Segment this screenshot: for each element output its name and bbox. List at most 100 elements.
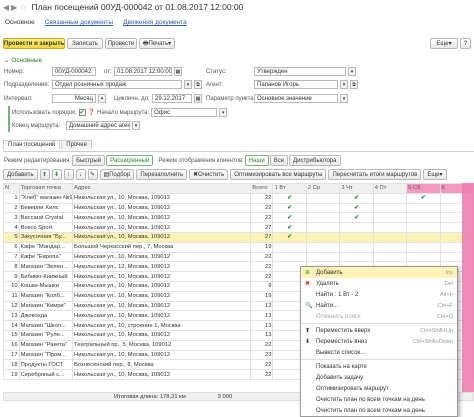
table-cell[interactable]: Магазин "Ракета" <box>18 339 74 351</box>
recalc-totals-button[interactable]: Пересчитать итоги маршрутов <box>328 169 422 180</box>
table-row[interactable]: 1 "Хлеб" магазин №9 Никольская ул., 10, Мо… <box>3 192 474 204</box>
table-cell[interactable]: 23 <box>250 349 274 361</box>
post-button[interactable]: Провести <box>105 38 137 49</box>
table-row[interactable]: 4 Bosco Sport Никольская ул., 10, Москва, … <box>3 222 474 233</box>
table-row[interactable]: 3 Baccarat Crystal Никольская ул., 10, Мос… <box>3 212 474 224</box>
table-cell[interactable]: 22 <box>250 202 274 214</box>
day-cell[interactable] <box>406 231 441 243</box>
day-cell[interactable]: ✔ <box>272 202 307 214</box>
menu-item[interactable]: Добавить задачу <box>301 372 457 383</box>
day-cell[interactable] <box>305 212 341 224</box>
table-cell[interactable]: 12 <box>250 300 274 312</box>
table-cell[interactable]: 22 <box>250 359 274 371</box>
day-cell[interactable] <box>406 202 441 214</box>
table-cell[interactable]: Никольская ул., 10, Москва, 109012 <box>72 212 252 224</box>
table-cell[interactable]: 27 <box>250 222 274 233</box>
table-cell[interactable]: 13 <box>3 310 20 322</box>
day-cell[interactable] <box>372 212 408 224</box>
table-cell[interactable]: 18 <box>3 359 20 371</box>
menu-item[interactable]: ⬆ Переместить вверх Ctrl+Shift+Up <box>301 325 457 336</box>
table-cell[interactable]: Никольская ул., 10, Москва, 109012 <box>72 280 252 292</box>
day-cell[interactable] <box>339 241 374 253</box>
up-button[interactable]: ⬆ <box>39 169 50 180</box>
table-cell[interactable]: 5 <box>3 231 20 243</box>
column-header[interactable]: 4 Пт <box>372 183 408 194</box>
column-header[interactable]: Адрес <box>72 183 252 194</box>
table-row[interactable]: 5 Закусочная "Бу... Никольская ул., 10, Мо… <box>3 231 474 243</box>
day-cell[interactable]: ✔ <box>339 192 374 204</box>
table-cell[interactable]: Никольская ул., 10, Москва, 109012 <box>72 231 252 243</box>
dept-dropdown-icon[interactable]: ▾ <box>184 80 192 89</box>
clear-button[interactable]: ✖ Очистить <box>189 169 229 180</box>
column-header[interactable]: 5 Сб <box>406 183 441 194</box>
table-cell[interactable]: 22 <box>250 212 274 224</box>
table-cell[interactable]: Никольская ул., 10, Москва, 109012 <box>72 251 252 263</box>
optimize-button[interactable]: Оптимизировать все маршруты <box>230 169 327 180</box>
day-cell[interactable] <box>339 231 374 243</box>
table-cell[interactable]: Bosco Sport <box>18 222 74 233</box>
day-cell[interactable] <box>372 251 408 263</box>
date-field[interactable]: 01.08.2017 12:00:00 <box>114 67 172 76</box>
save-button[interactable]: Записать <box>67 38 103 49</box>
all-button[interactable]: Все <box>269 155 289 166</box>
day-cell[interactable] <box>339 222 374 233</box>
day-cell[interactable] <box>372 192 408 204</box>
refill-button[interactable]: Перезаполнить <box>136 169 188 180</box>
table-cell[interactable]: Большой Черкасский пер., 7, Москва <box>72 241 252 253</box>
day-cell[interactable]: ✔ <box>406 192 441 204</box>
link-main[interactable]: Основное <box>5 19 35 26</box>
favorite-icon[interactable]: ☆ <box>19 3 26 12</box>
table-cell[interactable]: Магазин "Руле... <box>18 329 74 341</box>
day-cell[interactable] <box>372 202 408 214</box>
table-cell[interactable]: Никольская ул., 10, Москва, 109012 <box>72 310 252 322</box>
menu-item[interactable]: Оптимизировать маршрут <box>301 383 457 394</box>
table-cell[interactable]: Никольская ул., 10, Москва, 109012 <box>72 300 252 312</box>
day-cell[interactable]: ✔ <box>272 231 307 243</box>
table-cell[interactable]: Бибимо-Книжный <box>18 271 74 282</box>
day-cell[interactable]: ✔ <box>272 212 307 224</box>
table-cell[interactable]: 22 <box>250 251 274 263</box>
agent-field[interactable]: Папанов Игорь <box>254 80 338 89</box>
interval-field[interactable]: Месяц <box>52 94 96 103</box>
table-cell[interactable]: 16 <box>3 339 20 351</box>
day-cell[interactable] <box>305 251 341 263</box>
dept-open-icon[interactable]: ⧉ <box>194 80 202 89</box>
print-button[interactable]: 🖶 Печать ▾ <box>139 38 175 49</box>
agent-open-icon[interactable]: ⧉ <box>350 80 358 89</box>
table-cell[interactable]: 13 <box>250 320 274 331</box>
fast-mode-button[interactable]: Быстрый <box>72 155 106 166</box>
table-cell[interactable]: 17 <box>3 349 20 361</box>
table-cell[interactable]: 7 <box>3 251 20 263</box>
table-row[interactable]: 2 Беверли Хилс Никольская ул., 10, Москва,… <box>3 202 474 214</box>
table-cell[interactable]: Кафе "Мандар... <box>18 241 74 253</box>
column-header[interactable]: Торговая точка <box>18 183 74 194</box>
table-cell[interactable]: Никольская ул., 10, Москва, 109012 <box>72 369 252 380</box>
day-cell[interactable]: ✔ <box>272 192 307 204</box>
menu-item[interactable]: Найти : 1 Вт - 2 Alt+F <box>301 289 457 300</box>
table-cell[interactable]: Никольская ул., 12, Москва, 109012 <box>72 261 252 273</box>
table-cell[interactable]: 9 <box>250 280 274 292</box>
table-cell[interactable]: Никольская ул., 10, Москва, 109012 <box>72 349 252 361</box>
day-cell[interactable] <box>305 241 341 253</box>
table-cell[interactable]: Никольская ул., 10, строение 1, Москва <box>72 320 252 331</box>
day-cell[interactable] <box>305 192 341 204</box>
table-cell[interactable]: Кошки-Мышки <box>18 280 74 292</box>
day-cell[interactable] <box>305 231 341 243</box>
param-dropdown-icon[interactable]: ▾ <box>340 94 348 103</box>
column-header[interactable]: 3 Чт <box>339 183 374 194</box>
table-cell[interactable]: 8 <box>3 261 20 273</box>
number-field[interactable]: 00УД-000042 <box>52 67 96 76</box>
day-cell[interactable]: ✔ <box>272 222 307 233</box>
table-cell[interactable]: 6 <box>3 241 20 253</box>
sort-desc-button[interactable]: ↓ <box>75 169 86 180</box>
day-cell[interactable] <box>305 222 341 233</box>
menu-item[interactable]: Очистить план по всем точкам на день <box>301 405 457 416</box>
day-cell[interactable]: ✔ <box>339 212 374 224</box>
table-row[interactable]: 6 Кафе "Мандар... Большой Черкасский пер.,… <box>3 241 474 253</box>
tab-other[interactable]: Прочее <box>61 140 92 149</box>
table-cell[interactable]: Никольская ул., 10, Москва, 109012 <box>72 192 252 204</box>
table-cell[interactable]: 19 <box>250 241 274 253</box>
status-dropdown-icon[interactable]: ▾ <box>348 67 356 76</box>
calendar-icon[interactable]: ▦ <box>174 67 182 76</box>
table-cell[interactable]: Магазин "Колб... <box>18 290 74 302</box>
